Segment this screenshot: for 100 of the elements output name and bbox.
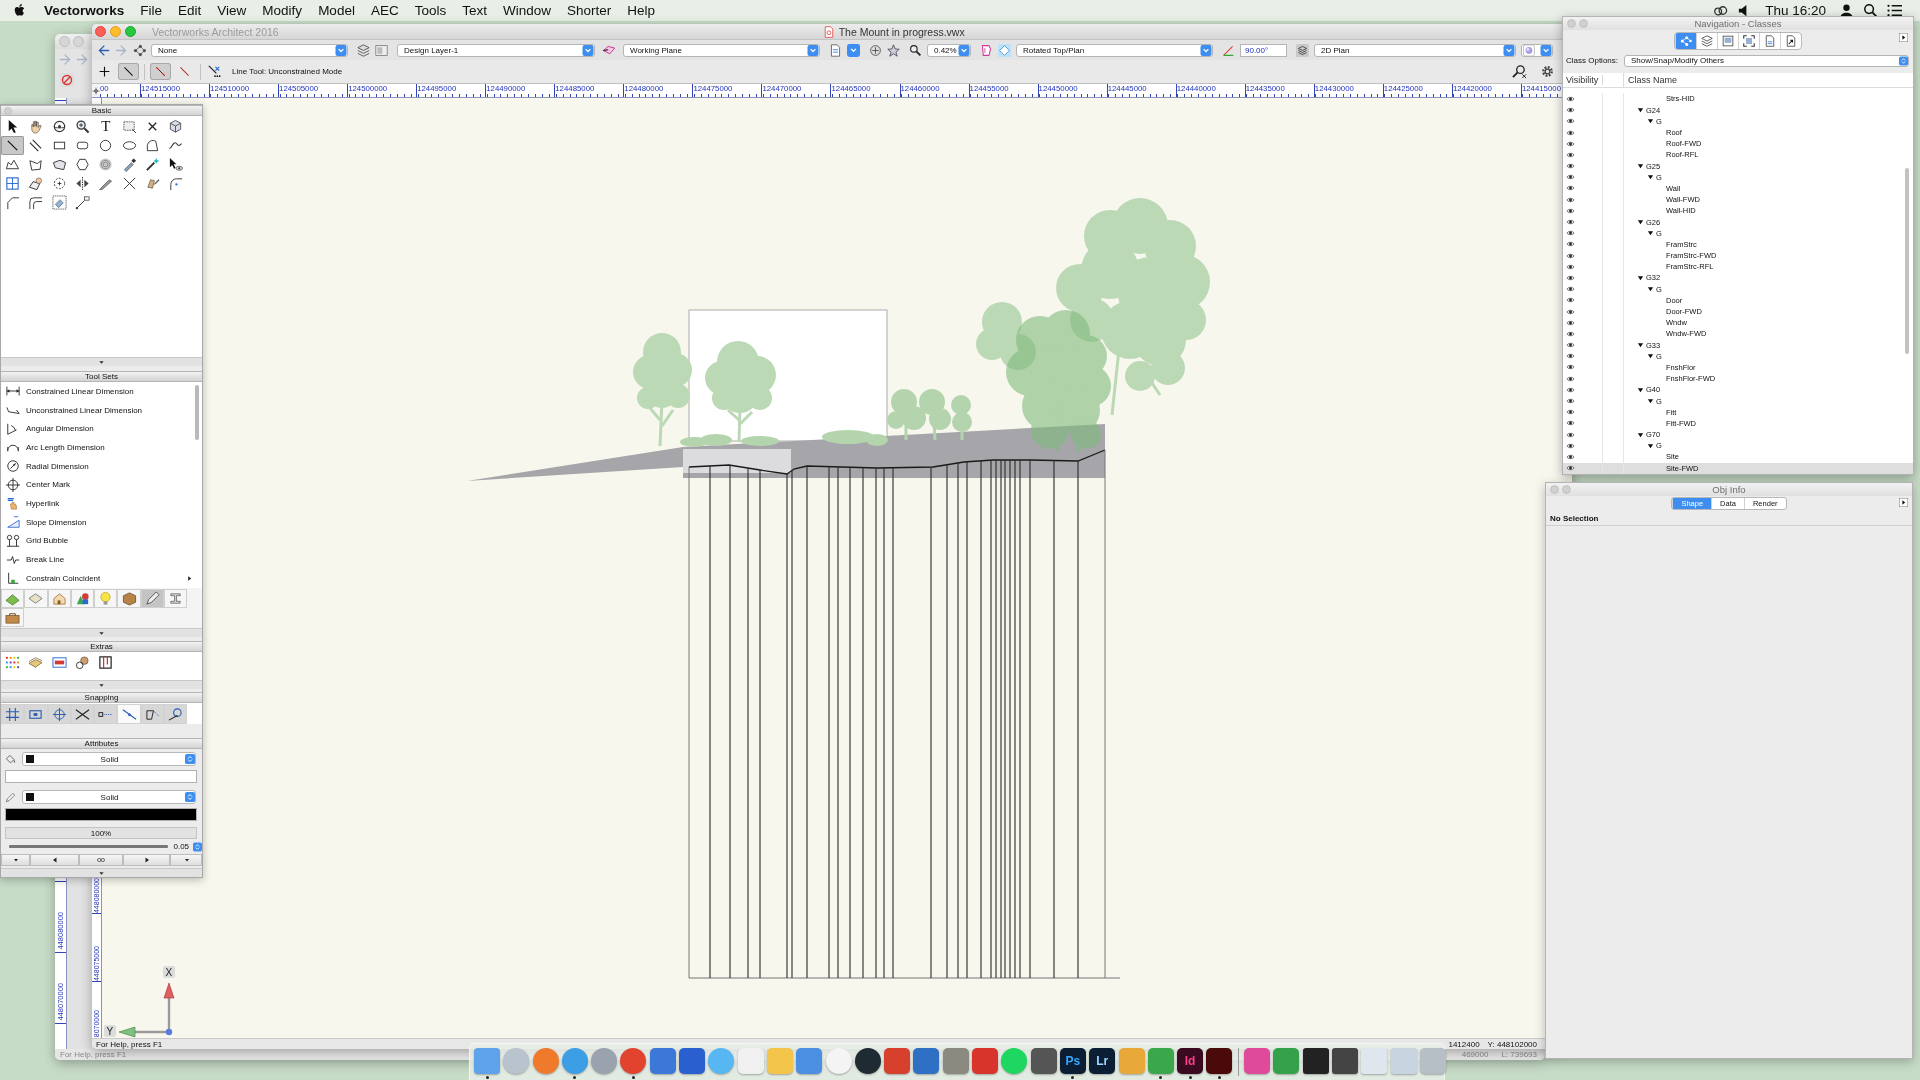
settings-icon[interactable]	[1540, 64, 1555, 79]
tool-set-button[interactable]	[117, 589, 141, 608]
disclosure-triangle-icon[interactable]	[1647, 353, 1654, 360]
app-icon[interactable]	[854, 1048, 881, 1074]
eye-icon[interactable]	[1566, 285, 1575, 294]
menu-item[interactable]: Tools	[406, 0, 455, 21]
palette-menu-icon[interactable]	[1899, 33, 1908, 42]
linked-rings-icon[interactable]	[1713, 3, 1729, 18]
menu-item[interactable]: Model	[310, 0, 363, 21]
eye-icon[interactable]	[1566, 195, 1575, 204]
disclosure-triangle-icon[interactable]	[1637, 275, 1644, 281]
star-icon[interactable]	[887, 43, 900, 57]
eye-icon[interactable]	[1566, 251, 1575, 260]
magnifier-icon[interactable]	[1512, 64, 1527, 79]
eye-icon[interactable]	[1566, 240, 1575, 249]
snap-button[interactable]	[1, 704, 25, 724]
eye-icon[interactable]	[1566, 453, 1575, 461]
eye-icon[interactable]	[1566, 106, 1575, 115]
eye-icon[interactable]	[1566, 385, 1575, 394]
eye-icon[interactable]	[1566, 128, 1575, 137]
menu-icon[interactable]	[1887, 3, 1902, 18]
disclosure-triangle-icon[interactable]	[1647, 286, 1654, 293]
crosshair-icon[interactable]	[869, 43, 882, 57]
scroll-thumb[interactable]	[1905, 168, 1909, 354]
eye-icon[interactable]	[1566, 374, 1575, 383]
disclosure-triangle-icon[interactable]	[1647, 118, 1654, 125]
class-nodes-icon[interactable]	[133, 43, 146, 57]
app-menu[interactable]: Vectorworks	[36, 0, 133, 21]
menu-item[interactable]: View	[209, 0, 255, 21]
eye-icon[interactable]	[1566, 307, 1575, 316]
class-dropdown[interactable]: None	[151, 43, 348, 57]
menu-clock[interactable]: Thu 16:20	[1761, 3, 1830, 18]
app-icon[interactable]	[1331, 1048, 1358, 1074]
disclosure-triangle-icon[interactable]	[1647, 442, 1654, 449]
app-icon[interactable]	[1030, 1048, 1057, 1074]
stack-icon[interactable]	[1296, 43, 1309, 57]
view-dropdown[interactable]: Rotated Top/Plan	[1016, 43, 1213, 57]
no-entry-icon[interactable]	[59, 72, 75, 88]
menu-item[interactable]: Edit	[170, 0, 210, 21]
tool-set-button[interactable]	[47, 589, 71, 608]
chevron-icon[interactable]	[847, 43, 860, 57]
app-icon[interactable]: Lr	[1089, 1048, 1116, 1074]
working-plane-icon[interactable]	[600, 43, 618, 57]
tool-set-button[interactable]	[140, 589, 165, 608]
eye-icon[interactable]	[1566, 173, 1575, 182]
zoom-button[interactable]	[125, 26, 136, 37]
eye-icon[interactable]	[1566, 206, 1575, 215]
diamond-icon[interactable]	[998, 43, 1011, 57]
snap-button[interactable]	[94, 704, 118, 724]
eye-icon[interactable]	[1566, 430, 1575, 439]
stepper-icon[interactable]	[193, 841, 202, 852]
link-button[interactable]	[79, 854, 123, 866]
app-icon[interactable]: Id	[1177, 1048, 1204, 1074]
app-icon[interactable]	[1206, 1048, 1233, 1074]
eye-icon[interactable]	[1566, 262, 1575, 271]
class-options-dropdown[interactable]: Show/Snap/Modify Others	[1624, 54, 1910, 67]
tool-set-button[interactable]	[1, 608, 25, 627]
disclosure-triangle-icon[interactable]	[1647, 398, 1654, 405]
scroll-thumb[interactable]	[195, 385, 199, 440]
layers-icon[interactable]	[357, 43, 370, 57]
eye-icon[interactable]	[1566, 408, 1575, 417]
working-plane-dropdown[interactable]: Working Plane	[623, 43, 820, 57]
eye-icon[interactable]	[1566, 274, 1575, 282]
disclosure-triangle-icon[interactable]	[1647, 230, 1654, 237]
menu-item[interactable]: Window	[494, 0, 559, 21]
rotation-field[interactable]: 90.00°	[1240, 43, 1287, 57]
tool-set-button[interactable]	[1, 589, 25, 608]
tool-set-button[interactable]	[70, 589, 95, 608]
snap-button[interactable]	[47, 704, 71, 724]
eye-icon[interactable]	[1566, 139, 1575, 148]
menu-item[interactable]: File	[132, 0, 171, 21]
eye-icon[interactable]	[1566, 162, 1575, 171]
eye-icon[interactable]	[1566, 296, 1575, 305]
snap-button[interactable]	[70, 704, 95, 724]
back-arrow-icon[interactable]	[97, 43, 110, 57]
eye-icon[interactable]	[1566, 150, 1575, 159]
eye-icon[interactable]	[1566, 184, 1575, 193]
snap-button[interactable]	[117, 704, 141, 724]
column-header[interactable]: Class Name	[1624, 75, 1677, 85]
tool-set-button[interactable]	[24, 589, 48, 608]
eye-icon[interactable]	[1566, 441, 1575, 450]
eye-icon[interactable]	[1566, 341, 1575, 350]
eye-icon[interactable]	[1566, 117, 1575, 126]
menu-item[interactable]: Modify	[254, 0, 311, 21]
tool-set-button[interactable]	[164, 589, 188, 608]
zoom-icon[interactable]	[909, 43, 922, 57]
layer-options-icon[interactable]	[375, 43, 388, 57]
layer-dropdown[interactable]: Design Layer-1	[397, 43, 595, 57]
menu-item[interactable]: Help	[619, 0, 663, 21]
eye-icon[interactable]	[1566, 352, 1575, 361]
collapse-icon[interactable]	[97, 869, 106, 877]
pen-icon[interactable]	[5, 791, 16, 803]
pen-preview[interactable]	[5, 808, 197, 821]
paint-bucket-icon[interactable]	[5, 753, 16, 765]
app-icon[interactable]: Ps	[1059, 1048, 1086, 1074]
render-dropdown[interactable]	[1521, 43, 1553, 57]
page-icon[interactable]	[829, 43, 842, 57]
angle-icon[interactable]	[1222, 43, 1235, 57]
render-mode-dropdown[interactable]: 2D Plan	[1314, 43, 1516, 57]
snap-button[interactable]	[164, 704, 188, 724]
